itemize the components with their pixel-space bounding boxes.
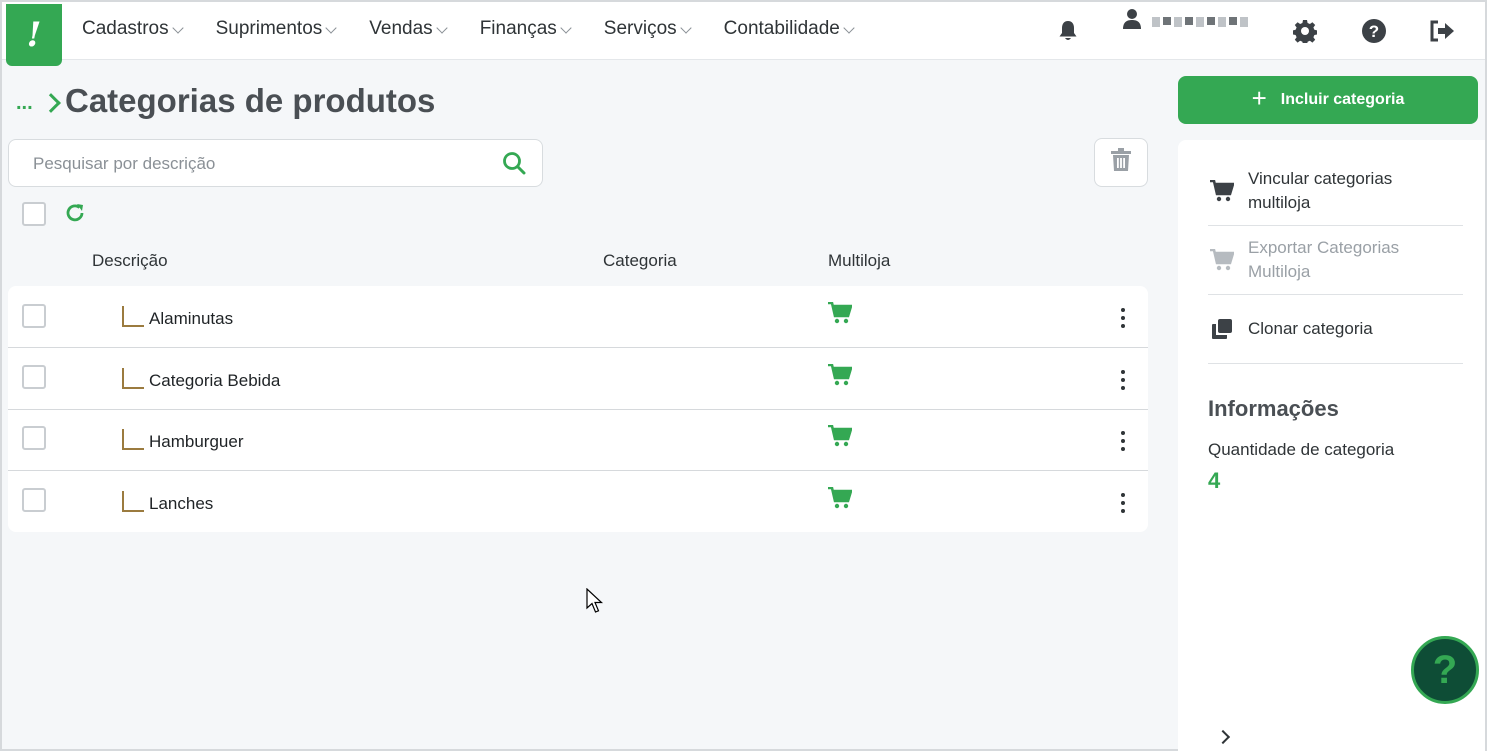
menu-contabilidade[interactable]: Contabilidade [723,18,855,40]
refresh-icon[interactable] [64,202,86,229]
category-name: Lanches [149,494,214,513]
menu-label: Finanças [479,18,557,39]
action-label: Vincular categorias multiloja [1248,168,1393,212]
svg-text:?: ? [1369,22,1379,41]
table-row[interactable]: Categoria Bebida [8,348,1148,410]
row-checkbox[interactable] [22,365,46,389]
user-menu[interactable] [1122,8,1248,35]
chevron-down-icon [679,22,692,34]
tree-branch-icon [122,491,144,512]
category-count-value: 4 [1208,468,1221,493]
search-input[interactable] [33,153,473,175]
gear-icon[interactable] [1290,16,1320,46]
delete-button[interactable] [1094,138,1148,187]
clone-icon [1208,318,1236,340]
cart-icon [828,486,853,514]
table-row[interactable]: Hamburguer [8,409,1148,471]
column-header-categoria[interactable]: Categoria [603,251,677,271]
category-name: Categoria Bebida [149,371,281,390]
menu-servicos[interactable]: Serviços [603,18,692,40]
top-navbar: ! Cadastros Suprimentos Vendas Finanças … [2,2,1485,66]
help-button[interactable]: ? [1411,636,1479,704]
menu-label: Cadastros [82,18,169,39]
column-header-descricao[interactable]: Descrição [92,251,168,271]
select-all-checkbox[interactable] [22,202,46,226]
row-menu-icon[interactable] [1118,429,1128,453]
chevron-down-icon [325,22,337,34]
menu-vendas[interactable]: Vendas [369,18,448,40]
chevron-down-icon [843,22,855,34]
user-name-redacted [1152,16,1248,27]
add-category-label: Incluir categoria [1280,91,1405,108]
tree-branch-icon [122,429,144,450]
cart-icon [828,301,853,329]
app-logo[interactable]: ! [6,4,62,66]
chevron-down-icon [436,22,448,34]
cart-icon [1208,249,1236,271]
mouse-cursor-icon [586,587,604,619]
category-count-label: Quantidade de categoria [1208,440,1395,459]
menu-label: Contabilidade [723,18,840,39]
link-multistore-action[interactable]: Vincular categorias multiloja [1208,156,1463,226]
search-icon[interactable] [502,151,526,180]
tree-branch-icon [122,368,144,389]
column-header-multiloja[interactable]: Multiloja [828,251,890,271]
search-field [8,139,543,187]
table-row[interactable]: Lanches [8,471,1148,533]
chevron-right-icon [41,93,61,113]
page-title: Categorias de produtos [65,82,436,119]
category-name: Hamburguer [149,432,244,451]
row-checkbox[interactable] [22,488,46,512]
logout-icon[interactable] [1427,16,1457,46]
plus-icon: + [1251,83,1267,113]
row-checkbox[interactable] [22,426,46,450]
row-menu-icon[interactable] [1118,368,1128,392]
menu-label: Suprimentos [215,18,323,39]
cart-icon [828,363,853,391]
menu-cadastros[interactable]: Cadastros [82,18,184,40]
chevron-down-icon [171,22,184,34]
row-menu-icon[interactable] [1118,306,1128,330]
trash-icon [1111,148,1131,177]
help-circle-icon[interactable]: ? [1359,16,1389,46]
menu-suprimentos[interactable]: Suprimentos [215,18,337,40]
info-title: Informações [1208,396,1339,421]
category-table: Alaminutas Categoria Bebida Hamburguer L… [8,286,1148,532]
bell-icon[interactable] [1053,16,1083,46]
menu-financas[interactable]: Finanças [479,18,572,40]
cart-icon [828,424,853,452]
breadcrumb-ellipsis[interactable]: ... [16,92,33,115]
user-icon [1122,8,1142,35]
category-name: Alaminutas [149,309,234,328]
action-label: Clonar categoria [1248,319,1373,338]
table-row[interactable]: Alaminutas [8,286,1148,348]
menu-label: Serviços [603,18,677,39]
menu-label: Vendas [369,18,433,39]
row-checkbox[interactable] [22,304,46,328]
action-label: Exportar Categorias Multiloja [1248,238,1400,281]
tree-branch-icon [122,306,144,327]
main-menu: Cadastros Suprimentos Vendas Finanças Se… [82,18,887,40]
export-multistore-action[interactable]: Exportar Categorias Multiloja [1208,226,1463,295]
cart-icon [1208,179,1236,202]
clone-category-action[interactable]: Clonar categoria [1208,295,1463,364]
row-menu-icon[interactable] [1118,491,1128,515]
question-icon: ? [1432,647,1458,692]
chevron-down-icon [560,22,572,34]
add-category-button[interactable]: + Incluir categoria [1178,76,1478,124]
chevron-right-icon[interactable] [1215,729,1231,745]
